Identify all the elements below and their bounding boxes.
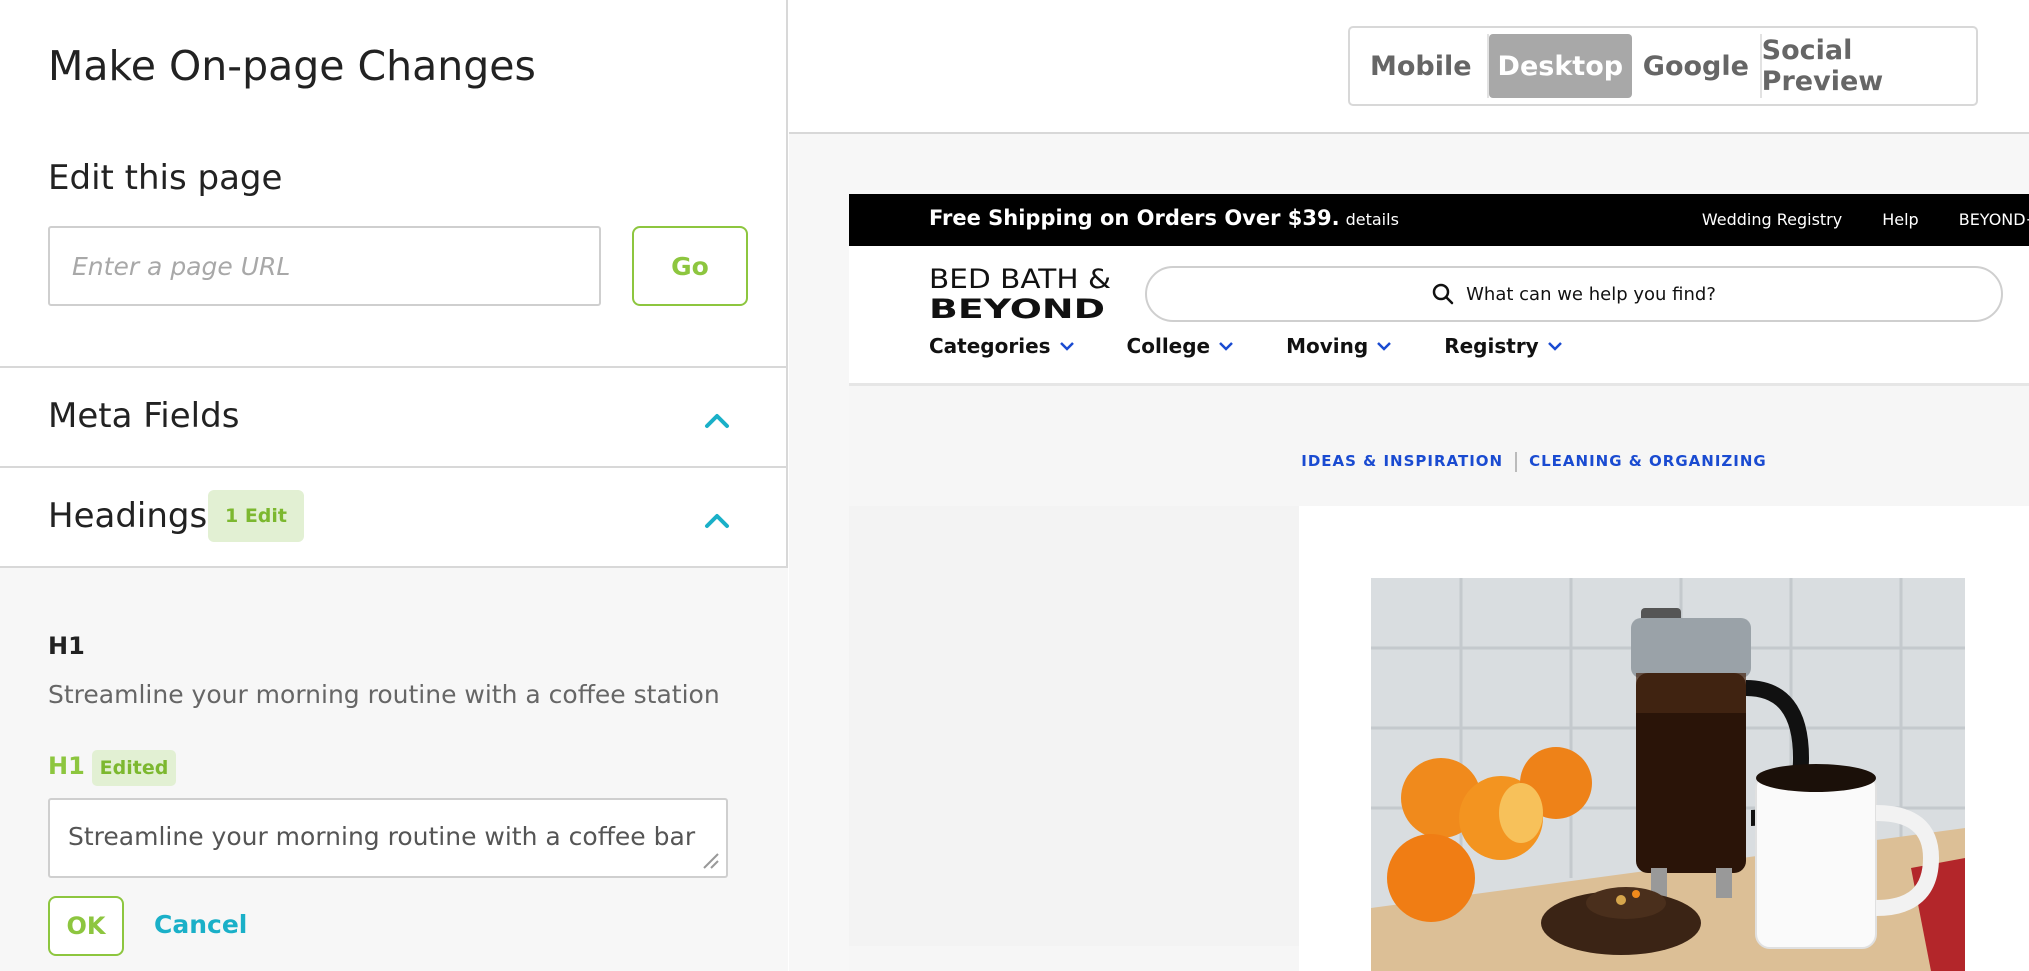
top-link-help[interactable]: Help [1882,210,1918,229]
site-nav: Categories College Moving Registry [929,334,1563,358]
breadcrumb-separator [1515,452,1518,472]
top-links: Wedding Registry Help BEYOND+ [1702,210,2029,229]
meta-fields-header[interactable]: Meta Fields [48,396,239,436]
breadcrumb-ideas-inspiration[interactable]: IDEAS & INSPIRATION [1301,452,1503,472]
edited-badge: Edited [92,750,176,786]
divider [0,366,788,368]
chevron-down-icon [1219,342,1234,351]
promo-bar: Free Shipping on Orders Over $39. details… [849,194,2029,246]
headings-header[interactable]: Headings [48,496,207,536]
article-breadcrumbs: IDEAS & INSPIRATION CLEANING & ORGANIZIN… [849,452,2029,472]
svg-text:BEYOND: BEYOND [929,294,1105,322]
site-logo[interactable]: BED BATH & BEYOND [929,262,1113,322]
edited-h1-label: H1 [48,752,85,780]
cancel-link[interactable]: Cancel [154,910,247,939]
nav-label: Registry [1444,334,1539,358]
tab-google[interactable]: Google [1632,34,1762,98]
search-icon [1432,283,1454,305]
site-header: BED BATH & BEYOND What can we help you f… [849,246,2029,386]
chevron-down-icon [1059,342,1074,351]
resize-grip-icon[interactable] [700,850,720,870]
edit-page-label: Edit this page [48,158,283,198]
site-preview: Free Shipping on Orders Over $39. details… [849,194,2029,971]
chevron-down-icon [1377,342,1392,351]
sidebar-placeholder [849,506,1299,946]
coffee-station-image [1371,578,1965,971]
preview-panel: Mobile Desktop Google Social Preview Fre… [789,0,2029,971]
panel-title: Make On-page Changes [48,42,536,90]
edit-count-badge: 1 Edit [208,490,304,542]
chevron-down-icon [1547,342,1562,351]
preview-mode-switcher: Mobile Desktop Google Social Preview [1348,26,1978,106]
nav-moving[interactable]: Moving [1286,334,1392,358]
original-h1-text: Streamline your morning routine with a c… [48,680,720,709]
ok-button[interactable]: OK [48,896,124,956]
preview-toolbar: Mobile Desktop Google Social Preview [789,0,2029,134]
site-search-bar[interactable]: What can we help you find? [1145,266,2003,322]
divider [0,466,788,468]
edit-panel: Make On-page Changes Edit this page Go M… [0,0,788,971]
search-placeholder: What can we help you find? [1466,283,1716,305]
nav-label: College [1126,334,1211,358]
go-button[interactable]: Go [632,226,748,306]
nav-label: Moving [1286,334,1369,358]
svg-text:BED BATH &: BED BATH & [929,264,1111,295]
nav-college[interactable]: College [1127,334,1235,358]
tab-desktop[interactable]: Desktop [1488,34,1633,98]
nav-label: Categories [929,334,1051,358]
h1-edit-textarea[interactable]: Streamline your morning routine with a c… [48,798,728,878]
breadcrumb-cleaning-organizing[interactable]: CLEANING & ORGANIZING [1529,452,1767,472]
chevron-up-icon[interactable] [702,410,732,430]
top-link-beyond-plus[interactable]: BEYOND+ [1959,210,2029,229]
chevron-up-icon[interactable] [702,510,732,530]
promo-details-link[interactable]: details [1346,210,1399,229]
promo-text: Free Shipping on Orders Over $39. [929,206,1340,230]
original-h1-label: H1 [48,632,85,660]
nav-registry[interactable]: Registry [1444,334,1563,358]
page-url-input[interactable] [48,226,601,306]
nav-categories[interactable]: Categories [929,334,1075,358]
tab-mobile[interactable]: Mobile [1355,34,1489,98]
top-link-wedding-registry[interactable]: Wedding Registry [1702,210,1842,229]
tab-social-preview[interactable]: Social Preview [1762,34,1971,98]
